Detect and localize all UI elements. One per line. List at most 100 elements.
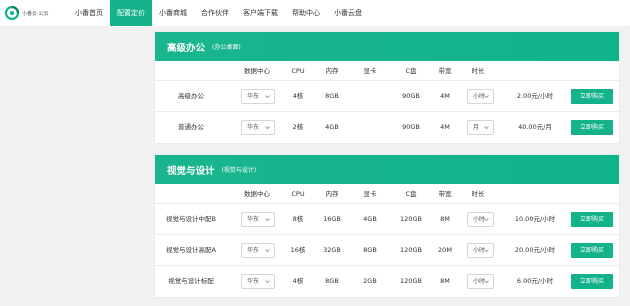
column-header-gpu: 显卡: [363, 67, 377, 75]
plan-row: 视觉与设计标配 华东 4核 8GB 2GB 120GB 8M 小时 6.00元/小时 立即购买: [155, 266, 619, 297]
price: 40.00元/月: [518, 123, 552, 131]
spec-bw: 8M: [440, 215, 450, 223]
column-header-disk: C盘: [405, 67, 417, 75]
datacenter-select[interactable]: 华东: [241, 274, 275, 289]
chevron-down-icon: [484, 95, 489, 99]
spec-disk: 90GB: [402, 123, 420, 131]
price: 2.00元/小时: [516, 92, 554, 100]
spec-gpu: 4GB: [363, 215, 377, 223]
chevron-down-icon: [484, 218, 489, 222]
spec-mem: 8GB: [325, 92, 339, 100]
column-header-dur: 时长: [471, 67, 485, 75]
datacenter-value: 华东: [247, 93, 260, 100]
nav-item-1[interactable]: 配置定价: [110, 0, 152, 26]
plan-section-0: 高级办公 (办公桌面) 数据中心 CPU 内存 显卡 C盘 带宽 时长 高级办公 华东 4核 8GB 90…: [155, 32, 619, 143]
nav-item-4[interactable]: 客户端下载: [236, 0, 285, 26]
buy-now-button[interactable]: 立即购买: [571, 212, 613, 227]
column-header-bw: 带宽: [438, 190, 452, 198]
column-header-cpu: CPU: [291, 67, 305, 75]
brand-name: 小番云·公云: [22, 10, 49, 17]
spec-disk: 90GB: [402, 92, 420, 100]
column-header-dur: 时长: [471, 190, 485, 198]
duration-select[interactable]: 小时: [467, 243, 494, 258]
nav-item-5[interactable]: 帮助中心: [285, 0, 327, 26]
plan-row: 高级办公 华东 4核 8GB 90GB 4M 小时 2.00元/小时 立即购买: [155, 81, 619, 112]
chevron-down-icon: [484, 280, 489, 284]
spec-cpu: 8核: [292, 215, 304, 223]
duration-select[interactable]: 月: [467, 120, 494, 135]
datacenter-select[interactable]: 华东: [241, 243, 275, 258]
duration-select[interactable]: 小时: [467, 212, 494, 227]
section-title: 高级办公: [167, 42, 206, 54]
datacenter-select[interactable]: 华东: [241, 89, 275, 104]
price: 20.00元/小时: [514, 246, 556, 254]
datacenter-value: 华东: [247, 278, 260, 285]
section-header: 视觉与设计 (视觉与设计): [155, 155, 619, 184]
section-subtitle: (办公桌面): [212, 44, 241, 51]
column-header-cpu: CPU: [291, 190, 305, 198]
datacenter-select[interactable]: 华东: [241, 120, 275, 135]
nav-item-3[interactable]: 合作伙伴: [194, 0, 236, 26]
plan-row: 普通办公 华东 2核 4GB 90GB 4M 月 40.00元/月 立即购买: [155, 112, 619, 143]
column-header-disk: C盘: [405, 190, 417, 198]
spec-mem: 4GB: [325, 123, 339, 131]
buy-now-button[interactable]: 立即购买: [571, 89, 613, 104]
section-subtitle: (视觉与设计): [221, 167, 257, 174]
spec-cpu: 4核: [292, 277, 304, 285]
brand-logo[interactable]: 小番云·公云: [4, 5, 64, 21]
plan-row: 视觉与设计高配A 华东 16核 32GB 8GB 120GB 20M 小时 20.00元/小时 立…: [155, 235, 619, 266]
column-header-mem: 内存: [325, 67, 339, 75]
spec-disk: 120GB: [400, 215, 422, 223]
chevron-down-icon: [265, 126, 270, 130]
duration-select[interactable]: 小时: [467, 89, 494, 104]
nav-item-0[interactable]: 小番首页: [68, 0, 110, 26]
column-header-gpu: 显卡: [363, 190, 377, 198]
duration-select[interactable]: 小时: [467, 274, 494, 289]
plan-name: 视觉与设计中配B: [166, 215, 216, 223]
plan-section-1: 视觉与设计 (视觉与设计) 数据中心 CPU 内存 显卡 C盘 带宽 时长 视觉与设计中配B 华东 8…: [155, 155, 619, 297]
plan-name: 高级办公: [178, 92, 204, 100]
column-header-mem: 内存: [325, 190, 339, 198]
chevron-down-icon: [484, 249, 489, 253]
spec-bw: 4M: [440, 92, 450, 100]
chevron-down-icon: [265, 218, 270, 222]
spec-cpu: 2核: [292, 123, 304, 131]
plan-name: 视觉与设计高配A: [166, 246, 216, 254]
buy-now-button[interactable]: 立即购买: [571, 274, 613, 289]
spec-cpu: 4核: [292, 92, 304, 100]
datacenter-value: 华东: [247, 247, 260, 254]
buy-now-button[interactable]: 立即购买: [571, 243, 613, 258]
spec-gpu: 8GB: [363, 246, 377, 254]
spec-mem: 32GB: [323, 246, 341, 254]
spec-cpu: 16核: [290, 246, 306, 254]
nav-item-2[interactable]: 小番商城: [152, 0, 194, 26]
chevron-down-icon: [265, 249, 270, 253]
plan-name: 视觉与设计标配: [168, 277, 214, 285]
spec-bw: 8M: [440, 277, 450, 285]
datacenter-select[interactable]: 华东: [241, 212, 275, 227]
table-header-row: 数据中心 CPU 内存 显卡 C盘 带宽 时长: [155, 184, 619, 204]
spec-disk: 120GB: [400, 246, 422, 254]
spec-mem: 8GB: [325, 277, 339, 285]
chevron-down-icon: [484, 126, 489, 130]
datacenter-value: 华东: [247, 216, 260, 223]
spec-bw: 20M: [438, 246, 452, 254]
datacenter-value: 华东: [247, 124, 260, 131]
chevron-down-icon: [265, 95, 270, 99]
spec-gpu: [355, 112, 385, 143]
column-header-bw: 带宽: [438, 67, 452, 75]
nav-item-6[interactable]: 小番云盘: [327, 0, 369, 26]
duration-value: 月: [473, 124, 480, 131]
price: 6.00元/小时: [516, 277, 554, 285]
column-header-dc: 数据中心: [244, 67, 270, 75]
section-title: 视觉与设计: [167, 165, 215, 177]
spec-disk: 120GB: [400, 277, 422, 285]
table-header-row: 数据中心 CPU 内存 显卡 C盘 带宽 时长: [155, 61, 619, 81]
spec-gpu: 2GB: [363, 277, 377, 285]
cloud-logo-icon: [4, 5, 20, 21]
plan-name: 普通办公: [178, 123, 204, 131]
section-header: 高级办公 (办公桌面): [155, 32, 619, 61]
main-nav: 小番首页 配置定价 小番商城 合作伙伴 客户端下载 帮助中心 小番云盘: [68, 0, 369, 26]
chevron-down-icon: [265, 280, 270, 284]
buy-now-button[interactable]: 立即购买: [571, 120, 613, 135]
